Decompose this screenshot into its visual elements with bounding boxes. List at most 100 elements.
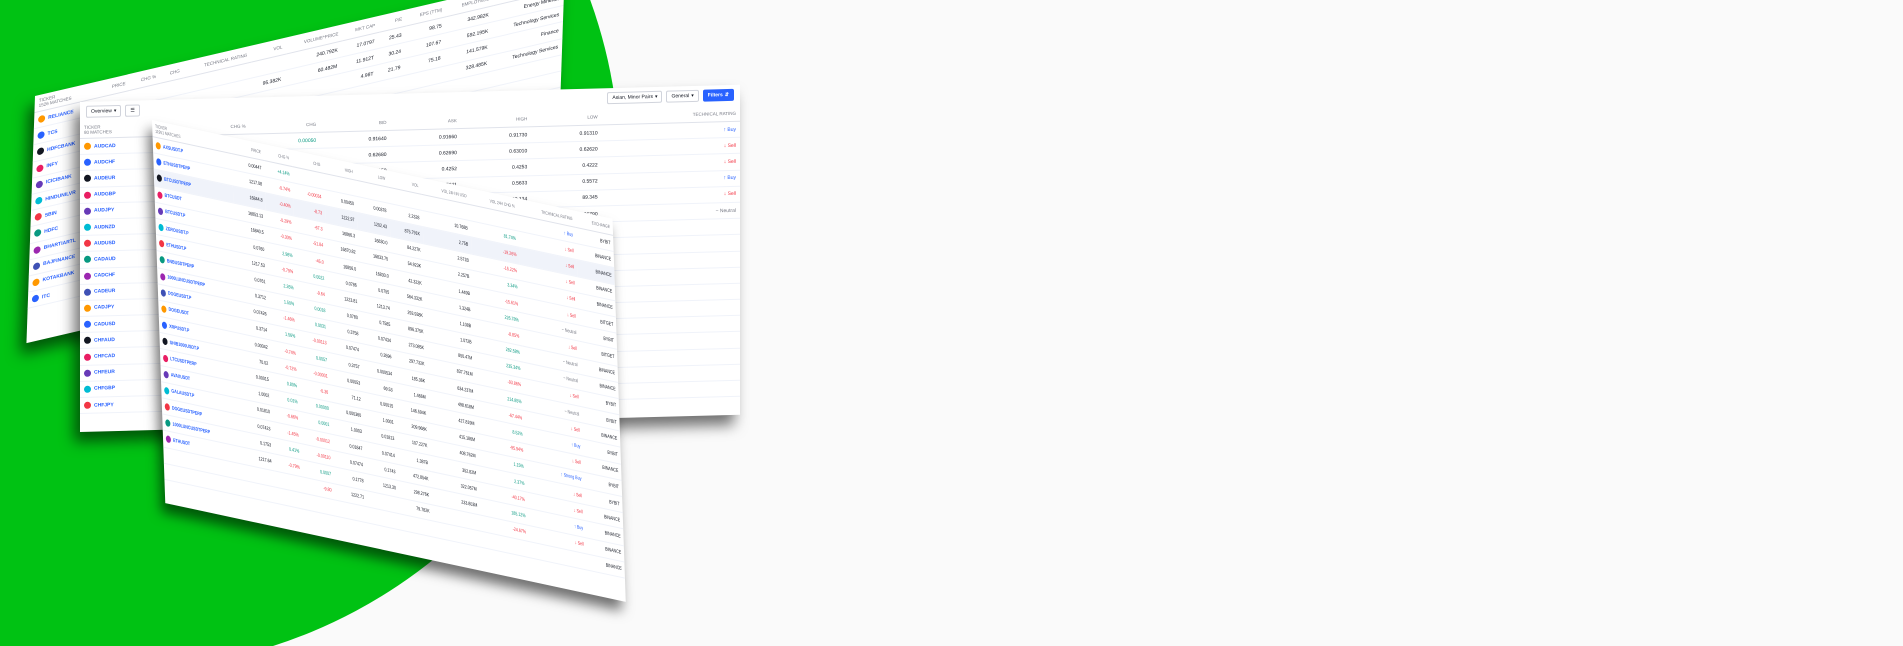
ticker-logo-icon (32, 278, 40, 287)
ticker-text: ETHUSDT (172, 437, 191, 448)
ticker-text: TCS (47, 128, 58, 137)
column-header-ask[interactable]: ASK (390, 112, 461, 131)
ticker-text: ITC (41, 292, 51, 301)
ticker-logo-icon (36, 147, 45, 157)
ticker-text: CADAUD (94, 255, 116, 263)
ticker-logo-icon (35, 196, 43, 206)
column-header-high[interactable]: HIGH (460, 110, 532, 129)
ticker-text: BTCUSDT.P (165, 209, 186, 220)
ticker-logo-icon (84, 401, 91, 409)
stage: TICKER 1526 MATCHES PRICE CHG % CHG TECHNICAL… (0, 0, 1903, 646)
overview-dropdown[interactable]: Overview ▾ (86, 104, 122, 118)
ticker-text: SBIN (44, 209, 57, 219)
ticker-text: AUDCAD (94, 142, 116, 150)
ticker-text: AUDEUR (94, 175, 116, 182)
ticker-text: AUDGBP (94, 191, 116, 198)
ticker-logo-icon (84, 142, 91, 150)
cell-high: 0.63010 (460, 142, 532, 161)
cell-ask: 0.91660 (390, 128, 461, 147)
ticker-logo-icon (34, 229, 42, 238)
ticker-logo-icon (84, 320, 91, 329)
ticker-text: CHFJPY (94, 401, 114, 409)
ticker-text: ICICIBANK (45, 173, 72, 186)
ticker-text: CHFCAD (94, 353, 116, 360)
cell-ask: 0.62690 (390, 144, 461, 163)
ticker-logo-icon (164, 386, 170, 395)
ticker-logo-icon (35, 180, 43, 189)
ticker-text: INFY (46, 160, 58, 170)
ticker-text: CHFEUR (94, 369, 115, 376)
ticker-logo-icon (155, 141, 161, 151)
general-dropdown[interactable]: General ▾ (666, 89, 699, 103)
ticker-text: HDFC (44, 225, 59, 235)
cell-high: 0.4253 (460, 159, 532, 178)
ticker-logo-icon (162, 337, 168, 346)
ticker-logo-icon (157, 190, 163, 199)
ticker-text: ZEROUSDT.P (165, 225, 189, 237)
ticker-text: GALAUSDT.P (171, 388, 195, 400)
ticker-text: AUDUSD (94, 239, 116, 247)
majors-label: Asian, Minor Pairs (612, 93, 653, 102)
ticker-text: XRPUSDT.P (169, 323, 190, 334)
ticker-text: DOGEUSDTPERP (171, 405, 203, 418)
ticker-text: AXSUSDT.P (162, 143, 184, 155)
ticker-logo-icon (84, 207, 91, 215)
hamburger-icon: ☰ (130, 107, 135, 114)
ticker-text: ETHUSDTPERP (163, 160, 191, 173)
ticker-text: AUDNZD (94, 223, 116, 231)
majors-filter-dropdown[interactable]: Asian, Minor Pairs ▾ (607, 90, 663, 105)
ticker-logo-icon (34, 212, 42, 222)
ticker-text: BTCUSDT (164, 192, 182, 203)
toolbar-spacer (144, 98, 604, 110)
ticker-text: RELIANCE (48, 108, 74, 121)
ticker-logo-icon (84, 385, 91, 393)
ticker-text: CHFAUD (94, 336, 115, 344)
ticker-logo-icon (84, 353, 91, 361)
ticker-text: BTCUSDTPERP (163, 176, 192, 189)
ticker-logo-icon (36, 163, 44, 173)
ticker-logo-icon (161, 321, 168, 330)
column-header-bid[interactable]: BID (320, 113, 391, 133)
ticker-logo-icon (84, 191, 91, 199)
column-header-chg[interactable]: CHG (249, 115, 321, 135)
ticker-text: CADCHF (94, 272, 116, 279)
cell-low: 0.5572 (531, 173, 602, 192)
columns-menu-button[interactable]: ☰ (125, 104, 140, 117)
chevron-down-icon: ▾ (113, 108, 117, 115)
chevron-down-icon: ▾ (654, 93, 658, 100)
ticker-logo-icon (162, 354, 169, 363)
ticker-logo-icon (156, 158, 162, 167)
ticker-text: LTCUSDTPERP (170, 356, 197, 368)
ticker-logo-icon (33, 245, 41, 255)
cell-low: 0.91310 (531, 124, 602, 143)
ticker-text: DOGEUSDT (168, 307, 190, 318)
ticker-logo-icon (84, 239, 91, 248)
ticker-text: BNBUSDTPERP (166, 258, 195, 271)
ticker-text: ETHUSDT.P (166, 241, 187, 253)
ticker-logo-icon (160, 272, 166, 281)
ticker-logo-icon (84, 337, 91, 345)
ticker-logo-icon (37, 131, 45, 140)
ticker-logo-icon (156, 174, 163, 183)
ticker-logo-icon (165, 435, 172, 444)
cell-low: 0.62620 (531, 141, 602, 160)
ticker-logo-icon (84, 272, 91, 280)
ticker-text: CHFGBP (94, 385, 116, 393)
ticker-logo-icon (84, 369, 91, 377)
overview-label: Overview (91, 108, 112, 115)
column-header-low[interactable]: LOW (531, 108, 602, 127)
ticker-text: CADUSD (94, 320, 116, 328)
ticker-logo-icon (157, 207, 164, 216)
ticker-logo-icon (160, 288, 166, 297)
cell-bid: 0.91640 (320, 130, 391, 149)
ticker-logo-icon (163, 370, 169, 379)
ticker-text: CADEUR (94, 288, 116, 295)
ticker-logo-icon (159, 256, 165, 265)
ticker-logo-icon (84, 223, 91, 231)
cell-low: 0.4222 (531, 157, 602, 176)
ticker-logo-icon (32, 261, 41, 271)
chevron-down-icon: ▾ (691, 92, 694, 99)
filters-button[interactable]: Filters ⇵ (702, 88, 734, 102)
ticker-logo-icon (84, 158, 91, 167)
ticker-text: HDFCBANK (46, 140, 76, 154)
